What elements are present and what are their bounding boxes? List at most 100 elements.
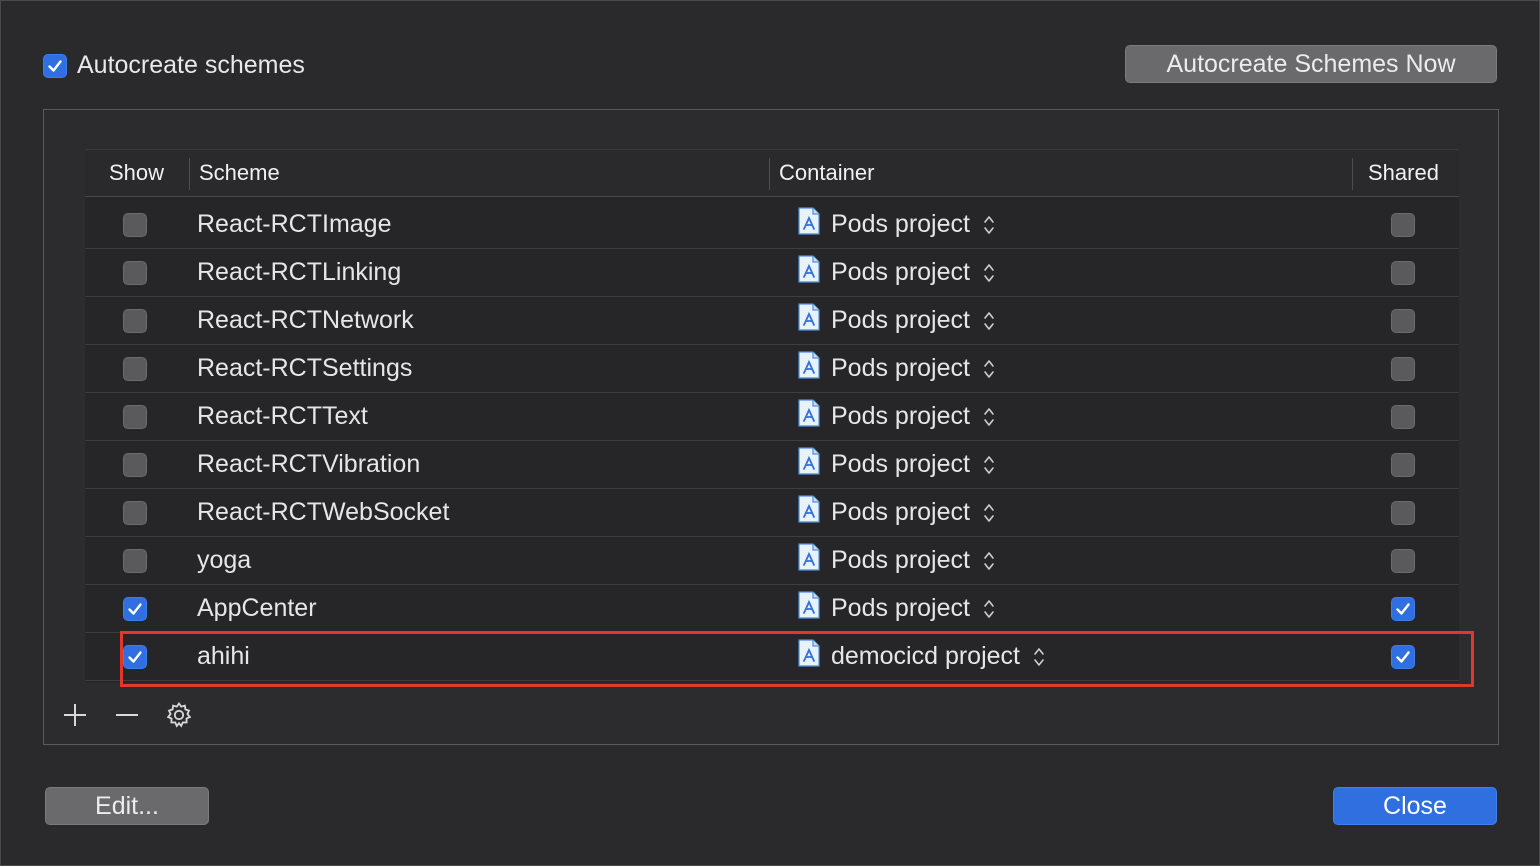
column-divider[interactable] xyxy=(769,158,770,190)
close-button[interactable]: Close xyxy=(1333,787,1497,825)
project-file-icon xyxy=(797,447,821,482)
chevron-updown-icon xyxy=(984,551,994,570)
project-file-icon xyxy=(797,351,821,386)
autocreate-schemes-now-button[interactable]: Autocreate Schemes Now xyxy=(1125,45,1497,83)
container-label: democicd project xyxy=(831,642,1020,670)
plus-icon[interactable] xyxy=(61,701,89,729)
checkmark-icon xyxy=(128,651,142,663)
checkmark-icon xyxy=(48,59,62,72)
show-checkbox[interactable] xyxy=(123,453,147,477)
table-row[interactable]: React-RCTVibration Pods project xyxy=(85,441,1459,489)
checkmark-icon xyxy=(1396,651,1410,663)
table-row[interactable]: React-RCTWebSocket Pods project xyxy=(85,489,1459,537)
show-checkbox[interactable] xyxy=(123,309,147,333)
shared-checkbox[interactable] xyxy=(1391,261,1415,285)
checkmark-icon xyxy=(128,603,142,615)
column-divider[interactable] xyxy=(189,158,190,190)
container-popup[interactable]: Pods project xyxy=(797,489,996,536)
show-checkbox[interactable] xyxy=(123,501,147,525)
show-checkbox[interactable] xyxy=(123,405,147,429)
table-row[interactable]: React-RCTText Pods project xyxy=(85,393,1459,441)
scheme-name: React-RCTImage xyxy=(197,210,392,238)
table-row[interactable]: yoga Pods project xyxy=(85,537,1459,585)
autocreate-checkbox-box[interactable] xyxy=(43,53,67,78)
shared-checkbox[interactable] xyxy=(1391,597,1415,621)
container-popup[interactable]: Pods project xyxy=(797,249,996,296)
table-row[interactable]: ahihi democicd project xyxy=(85,633,1459,681)
scheme-name: React-RCTSettings xyxy=(197,354,413,382)
column-header-scheme[interactable]: Scheme xyxy=(199,150,280,196)
container-popup[interactable]: Pods project xyxy=(797,537,996,584)
container-popup[interactable]: Pods project xyxy=(797,345,996,392)
scheme-name: ahihi xyxy=(197,642,250,670)
project-file-icon xyxy=(797,399,821,434)
edit-button[interactable]: Edit... xyxy=(45,787,209,825)
show-checkbox[interactable] xyxy=(123,597,147,621)
chevron-updown-icon xyxy=(984,359,994,378)
show-checkbox[interactable] xyxy=(123,261,147,285)
shared-checkbox[interactable] xyxy=(1391,501,1415,525)
container-label: Pods project xyxy=(831,594,970,622)
show-checkbox[interactable] xyxy=(123,357,147,381)
table-row[interactable]: React-RCTSettings Pods project xyxy=(85,345,1459,393)
show-checkbox[interactable] xyxy=(123,549,147,573)
table-row[interactable]: AppCenter Pods project xyxy=(85,585,1459,633)
autocreate-schemes-checkbox[interactable]: Autocreate schemes xyxy=(43,51,305,80)
autocreate-schemes-label: Autocreate schemes xyxy=(77,51,305,79)
table-row[interactable]: React-RCTImage Pods project xyxy=(85,201,1459,249)
container-popup[interactable]: Pods project xyxy=(797,393,996,440)
project-file-icon xyxy=(797,591,821,626)
project-file-icon xyxy=(797,303,821,338)
container-label: Pods project xyxy=(831,402,970,430)
chevron-updown-icon xyxy=(984,407,994,426)
project-file-icon xyxy=(797,207,821,242)
project-file-icon xyxy=(797,639,821,674)
container-popup[interactable]: Pods project xyxy=(797,441,996,488)
show-checkbox[interactable] xyxy=(123,213,147,237)
container-label: Pods project xyxy=(831,498,970,526)
project-file-icon xyxy=(797,495,821,530)
scheme-name: React-RCTText xyxy=(197,402,368,430)
shared-checkbox[interactable] xyxy=(1391,213,1415,237)
minus-icon[interactable] xyxy=(113,701,141,729)
container-popup[interactable]: Pods project xyxy=(797,585,996,632)
scheme-name: React-RCTNetwork xyxy=(197,306,414,334)
manage-schemes-sheet: Autocreate schemes Autocreate Schemes No… xyxy=(0,0,1540,866)
shared-checkbox[interactable] xyxy=(1391,453,1415,477)
chevron-updown-icon xyxy=(984,503,994,522)
container-label: Pods project xyxy=(831,546,970,574)
shared-checkbox[interactable] xyxy=(1391,405,1415,429)
scheme-name: AppCenter xyxy=(197,594,317,622)
column-divider[interactable] xyxy=(1352,158,1353,190)
scheme-name: yoga xyxy=(197,546,252,574)
container-popup[interactable]: democicd project xyxy=(797,633,1046,680)
shared-checkbox[interactable] xyxy=(1391,549,1415,573)
chevron-updown-icon xyxy=(984,215,994,234)
scheme-name: React-RCTVibration xyxy=(197,450,421,478)
show-checkbox[interactable] xyxy=(123,645,147,669)
chevron-updown-icon xyxy=(984,263,994,282)
gear-icon[interactable] xyxy=(165,701,193,729)
container-label: Pods project xyxy=(831,354,970,382)
project-file-icon xyxy=(797,543,821,578)
shared-checkbox[interactable] xyxy=(1391,357,1415,381)
column-header-show[interactable]: Show xyxy=(109,150,164,196)
chevron-updown-icon xyxy=(984,455,994,474)
chevron-updown-icon xyxy=(984,599,994,618)
shared-checkbox[interactable] xyxy=(1391,645,1415,669)
scheme-name: React-RCTWebSocket xyxy=(197,498,450,526)
schemes-table: Show Scheme Container Shared React-RCTIm… xyxy=(85,149,1459,683)
column-header-shared[interactable]: Shared xyxy=(1368,150,1439,196)
container-label: Pods project xyxy=(831,306,970,334)
table-row[interactable]: React-RCTLinking Pods project xyxy=(85,249,1459,297)
table-row[interactable]: React-RCTNetwork Pods project xyxy=(85,297,1459,345)
chevron-updown-icon xyxy=(984,311,994,330)
container-popup[interactable]: Pods project xyxy=(797,201,996,248)
checkmark-icon xyxy=(1396,603,1410,615)
column-header-container[interactable]: Container xyxy=(779,150,874,196)
shared-checkbox[interactable] xyxy=(1391,309,1415,333)
container-label: Pods project xyxy=(831,258,970,286)
container-label: Pods project xyxy=(831,210,970,238)
container-popup[interactable]: Pods project xyxy=(797,297,996,344)
container-label: Pods project xyxy=(831,450,970,478)
